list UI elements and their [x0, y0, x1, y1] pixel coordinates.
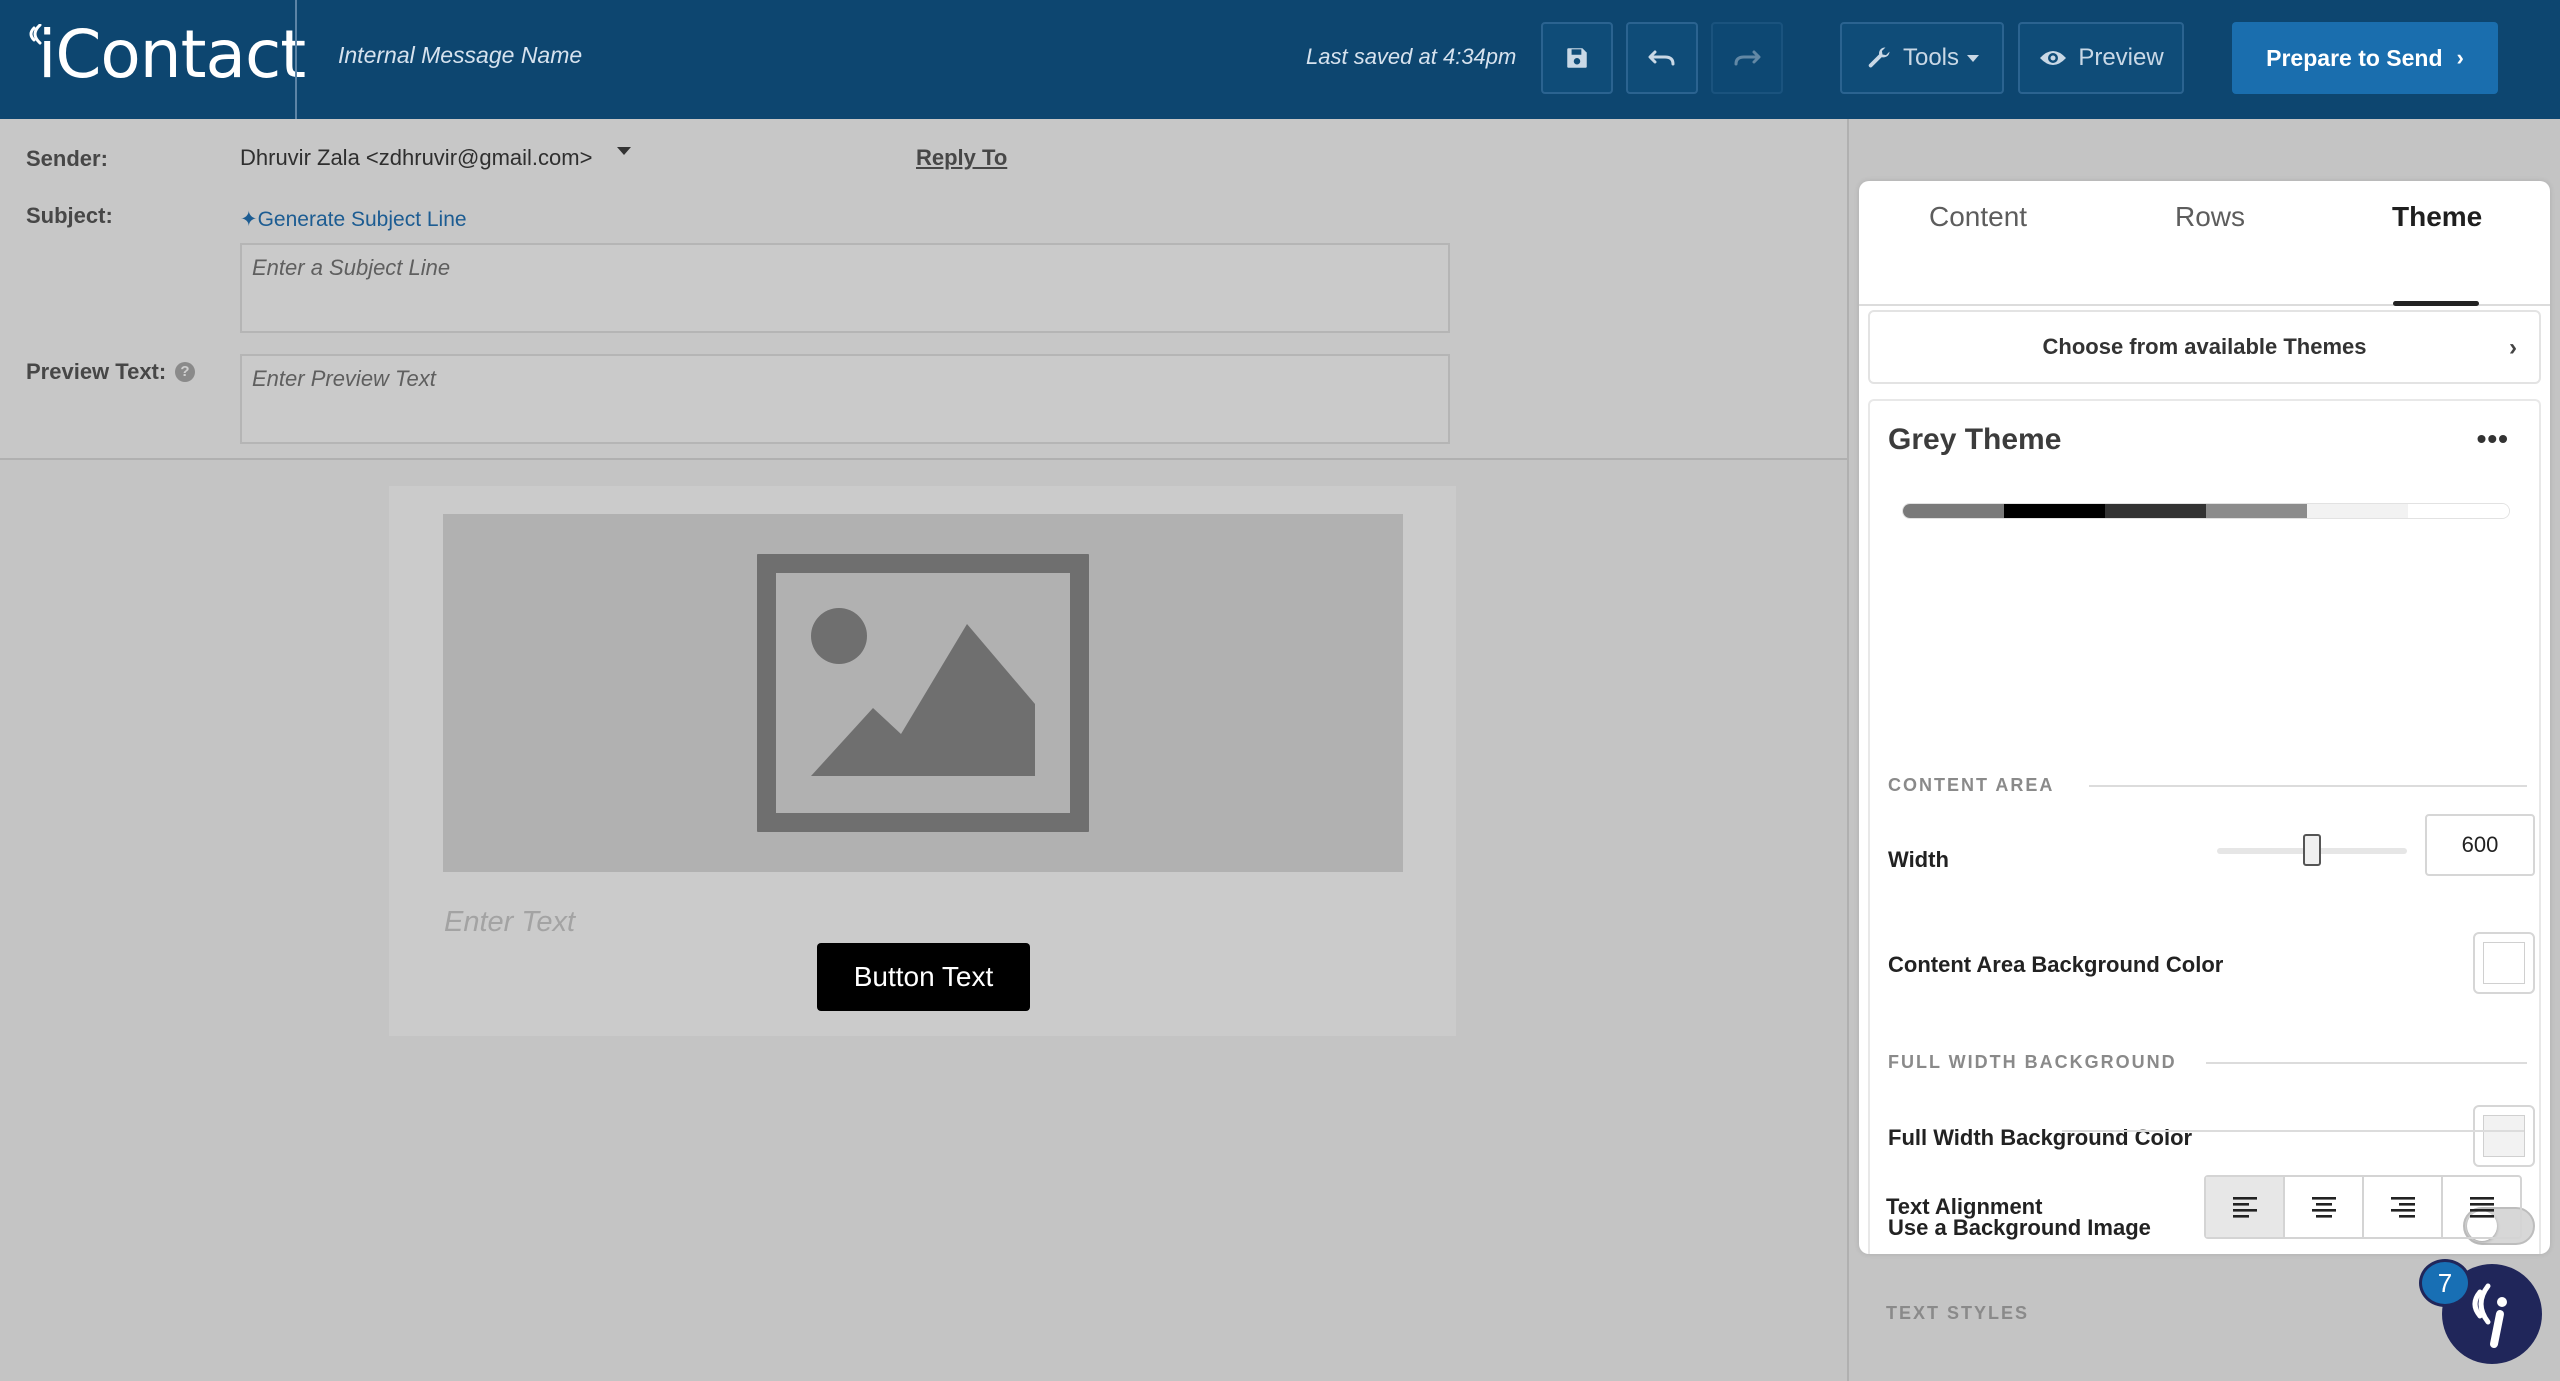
image-placeholder[interactable] [443, 514, 1403, 872]
align-justify-icon [2469, 1197, 2494, 1218]
save-button[interactable] [1541, 22, 1613, 94]
theme-color-swatches [1902, 503, 2510, 519]
section-divider [2062, 1130, 2524, 1132]
width-label: Width [1888, 847, 1949, 872]
text-styles-heading: TEXT STYLES [1886, 1303, 2030, 1323]
panel-tabs: Content Rows Theme [1859, 181, 2550, 306]
full-width-bg-color-label: Full Width Background Color [1888, 1125, 2193, 1150]
content-bg-color-label: Content Area Background Color [1888, 952, 2224, 977]
tab-rows[interactable]: Rows [2175, 201, 2245, 233]
panel-divider [1847, 119, 1849, 1381]
align-right-button[interactable] [2364, 1177, 2443, 1237]
theme-swatch-1 [1903, 504, 2004, 518]
section-divider [2206, 1062, 2527, 1064]
notification-badge: 7 [2419, 1259, 2471, 1307]
width-input[interactable]: 600 [2425, 814, 2535, 876]
chevron-right-icon: › [2509, 334, 2517, 361]
prepare-to-send-button[interactable]: Prepare to Send › [2232, 22, 2498, 94]
undo-icon [1648, 50, 1675, 66]
theme-name: Grey Theme [1888, 423, 2062, 456]
generate-subject-line-link[interactable]: ✦Generate Subject Line [240, 207, 467, 232]
sender-select[interactable]: Dhruvir Zala <zdhruvir@gmail.com> [240, 145, 592, 171]
active-tab-indicator [2393, 301, 2479, 306]
more-options-icon[interactable]: ••• [2477, 423, 2509, 455]
tools-label: Tools [1902, 44, 1960, 71]
align-center-icon [2311, 1197, 2336, 1218]
caret-down-icon [1967, 54, 1980, 62]
align-left-icon [2232, 1197, 2257, 1218]
choose-themes-label: Choose from available Themes [2042, 334, 2367, 359]
theme-swatch-5 [2307, 504, 2408, 518]
undo-button[interactable] [1626, 22, 1698, 94]
content-bg-color-picker[interactable] [2473, 932, 2535, 994]
full-width-bg-color-preview [2483, 1115, 2525, 1157]
internal-message-name-input[interactable]: Internal Message Name [338, 42, 582, 69]
logo-text: iContact [38, 16, 306, 93]
tab-content[interactable]: Content [1929, 201, 2027, 233]
email-content-block[interactable]: Enter Text Button Text [389, 486, 1456, 1036]
eye-icon [2040, 51, 2067, 65]
align-left-button[interactable] [2206, 1177, 2285, 1237]
reply-to-link[interactable]: Reply To [916, 145, 1007, 171]
settings-panel: Content Rows Theme Choose from available… [1859, 181, 2550, 1323]
align-justify-button[interactable] [2443, 1177, 2520, 1237]
preview-button[interactable]: Preview [2018, 22, 2184, 94]
sender-caret-icon[interactable] [617, 147, 631, 155]
full-width-background-heading: FULL WIDTH BACKGROUND [1888, 1052, 2177, 1072]
preview-text-input[interactable]: Enter Preview Text [240, 354, 1450, 444]
chevron-right-icon: › [2456, 45, 2464, 70]
text-alignment-label: Text Alignment [1886, 1194, 2043, 1219]
top-bar: iContact Internal Message Name Last save… [0, 0, 2560, 119]
theme-swatch-6 [2408, 504, 2509, 518]
content-bg-color-preview [2483, 942, 2525, 984]
wrench-icon [1868, 47, 1890, 68]
last-saved-status: Last saved at 4:34pm [1306, 44, 1517, 69]
theme-swatch-3 [2105, 504, 2206, 518]
subject-label: Subject: [26, 203, 113, 228]
save-icon [1567, 48, 1587, 68]
full-width-bg-color-picker[interactable] [2473, 1105, 2535, 1167]
help-icon[interactable]: ? [175, 362, 195, 382]
email-cta-button[interactable]: Button Text [817, 943, 1030, 1011]
tools-dropdown[interactable]: Tools [1840, 22, 2004, 94]
tab-theme[interactable]: Theme [2392, 201, 2482, 233]
message-settings-form: Sender: Dhruvir Zala <zdhruvir@gmail.com… [0, 119, 1848, 460]
email-canvas: Enter Text Button Text [0, 461, 1848, 1381]
align-right-icon [2390, 1197, 2415, 1218]
text-block-placeholder[interactable]: Enter Text [444, 906, 575, 939]
icontact-logo[interactable]: iContact [26, 16, 306, 97]
text-alignment-group [2204, 1175, 2522, 1239]
prepare-label: Prepare to Send [2266, 44, 2443, 71]
image-icon [757, 554, 1089, 832]
sender-label: Sender: [26, 146, 108, 171]
theme-swatch-4 [2206, 504, 2307, 518]
redo-icon [1734, 50, 1761, 66]
logo-divider [295, 0, 297, 119]
redo-button[interactable] [1711, 22, 1783, 94]
theme-settings-card: Grey Theme ••• CONTENT AREA Width 600 Co… [1868, 399, 2541, 1254]
align-center-button[interactable] [2285, 1177, 2364, 1237]
theme-swatch-2 [2004, 504, 2105, 518]
preview-label: Preview [2078, 44, 2164, 71]
width-slider-handle[interactable] [2303, 834, 2321, 866]
subject-input[interactable]: Enter a Subject Line [240, 243, 1450, 333]
preview-text-label: Preview Text: [26, 359, 167, 384]
choose-themes-button[interactable]: Choose from available Themes › [1868, 310, 2541, 384]
content-area-heading: CONTENT AREA [1888, 775, 2055, 795]
section-divider [2089, 785, 2527, 787]
